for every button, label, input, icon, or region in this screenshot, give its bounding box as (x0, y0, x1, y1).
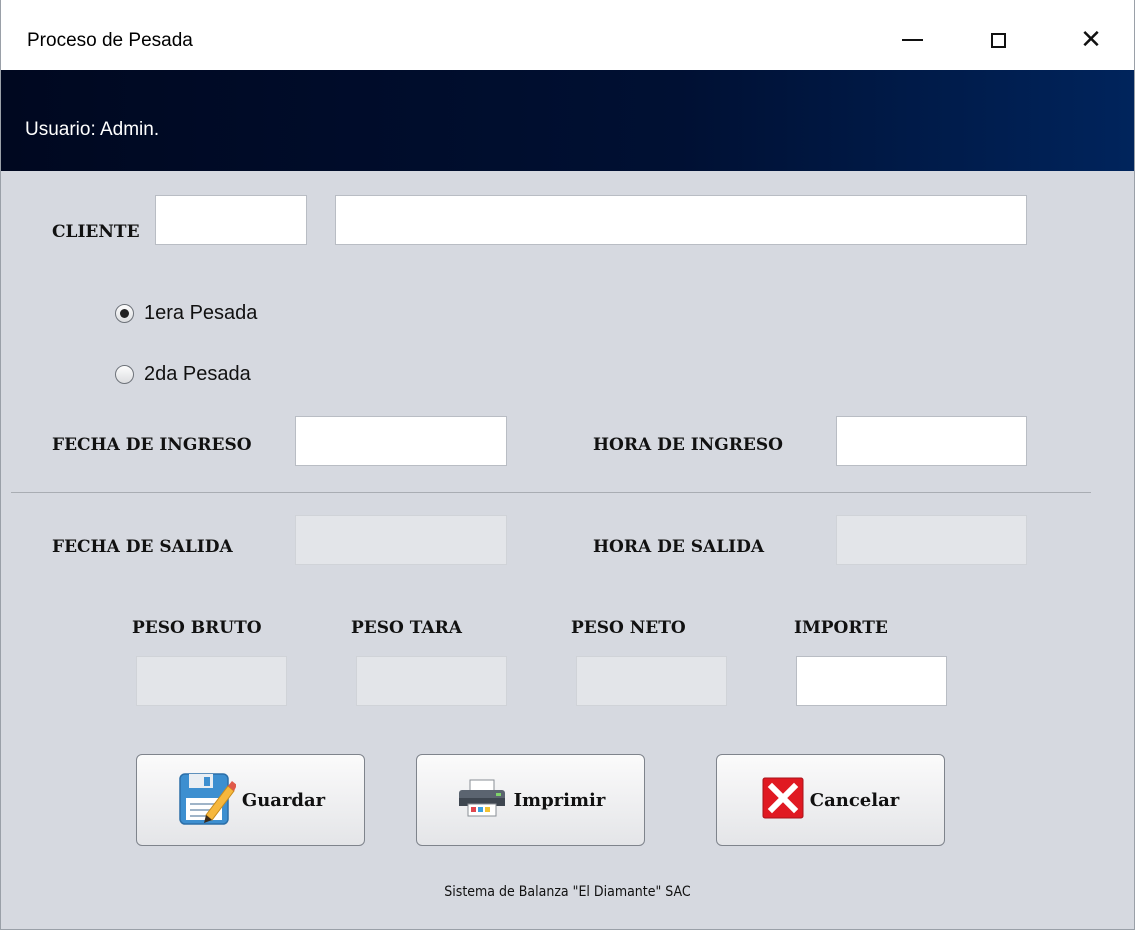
guardar-label: Guardar (241, 789, 326, 811)
guardar-button[interactable]: Guardar (136, 754, 365, 846)
importe-label: IMPORTE (794, 618, 888, 638)
user-banner: Usuario: Admin. (1, 70, 1134, 171)
maximize-icon (990, 32, 1006, 48)
imprimir-button[interactable]: Imprimir (416, 754, 645, 846)
radio-segunda-pesada[interactable]: 2da Pesada (115, 363, 251, 386)
minimize-button[interactable] (882, 14, 942, 66)
importe-input[interactable] (796, 656, 947, 706)
cancelar-label: Cancelar (809, 789, 900, 811)
hora-salida-label: HORA DE SALIDA (593, 537, 765, 557)
maximize-button[interactable] (968, 14, 1028, 66)
radio-primera-label: 1era Pesada (144, 302, 258, 324)
divider (11, 492, 1091, 493)
close-icon: ✕ (1080, 25, 1102, 55)
fecha-ingreso-label: FECHA DE INGRESO (52, 435, 252, 455)
imprimir-label: Imprimir (513, 789, 606, 811)
radio-segunda-label: 2da Pesada (144, 363, 251, 385)
hora-ingreso-label: HORA DE INGRESO (593, 435, 783, 455)
peso-tara-label: PESO TARA (351, 618, 462, 638)
fecha-salida-label: FECHA DE SALIDA (52, 537, 233, 557)
peso-bruto-input (136, 656, 287, 706)
hora-ingreso-input[interactable] (836, 416, 1027, 466)
radio-selected-icon (115, 304, 134, 323)
printer-icon (456, 778, 508, 823)
title-bar: Proceso de Pesada ✕ (1, 0, 1134, 70)
radio-unselected-icon (115, 365, 134, 384)
peso-bruto-label: PESO BRUTO (132, 618, 262, 638)
save-icon (176, 768, 237, 833)
minimize-icon (901, 39, 923, 41)
peso-tara-input (356, 656, 507, 706)
radio-primera-pesada[interactable]: 1era Pesada (115, 302, 257, 325)
window-title: Proceso de Pesada (27, 30, 193, 51)
close-button[interactable]: ✕ (1061, 14, 1121, 66)
footer-text: Sistema de Balanza "El Diamante" SAC (444, 884, 691, 900)
user-label: Usuario: Admin. (25, 119, 160, 140)
cliente-label: CLIENTE (52, 222, 140, 242)
cliente-code-input[interactable] (155, 195, 307, 245)
cancelar-button[interactable]: Cancelar (716, 754, 945, 846)
hora-salida-input (836, 515, 1027, 565)
peso-neto-label: PESO NETO (571, 618, 686, 638)
fecha-salida-input (295, 515, 507, 565)
peso-neto-input (576, 656, 727, 706)
window: Proceso de Pesada ✕ Usuario: Admin. CLIE… (0, 0, 1135, 930)
fecha-ingreso-input[interactable] (295, 416, 507, 466)
cancel-icon (762, 777, 804, 824)
cliente-name-input[interactable] (335, 195, 1027, 245)
